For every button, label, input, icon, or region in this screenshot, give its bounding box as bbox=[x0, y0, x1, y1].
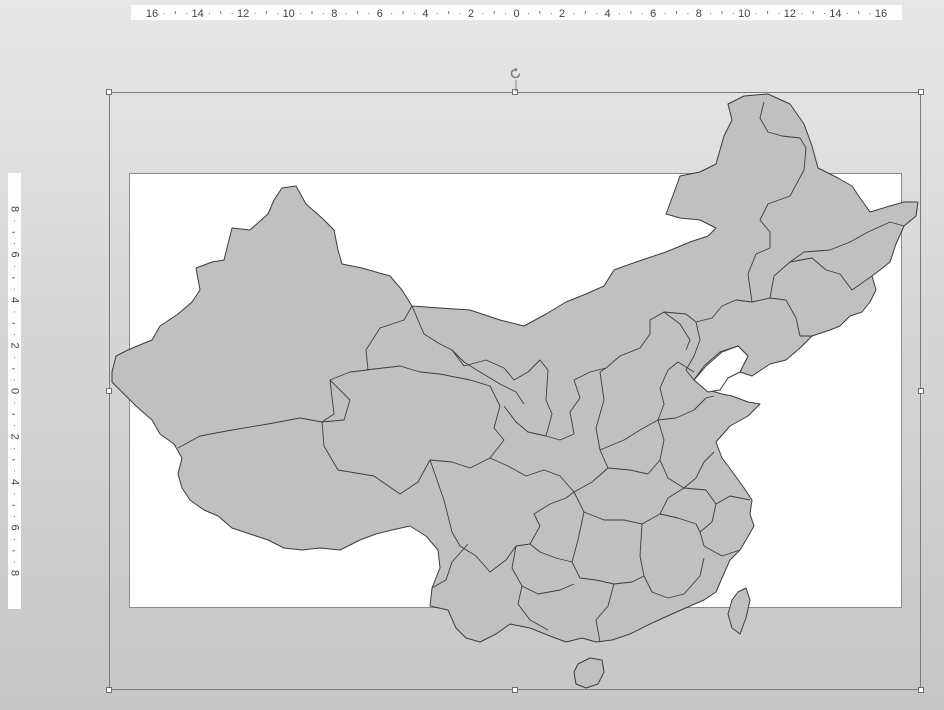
map-hainan bbox=[573, 657, 605, 689]
map-taiwan bbox=[727, 587, 751, 635]
resize-handle-left[interactable] bbox=[106, 388, 112, 394]
resize-handle-bottom-left[interactable] bbox=[106, 687, 112, 693]
resize-handle-top-right[interactable] bbox=[918, 89, 924, 95]
resize-handle-bottom-right[interactable] bbox=[918, 687, 924, 693]
map-mainland-outline bbox=[111, 93, 919, 643]
rotate-handle-connector bbox=[515, 80, 517, 92]
china-map-shape[interactable] bbox=[0, 0, 944, 710]
resize-handle-top-left[interactable] bbox=[106, 89, 112, 95]
resize-handle-right[interactable] bbox=[918, 388, 924, 394]
resize-handle-bottom[interactable] bbox=[512, 687, 518, 693]
rotate-handle-icon[interactable] bbox=[509, 67, 522, 80]
